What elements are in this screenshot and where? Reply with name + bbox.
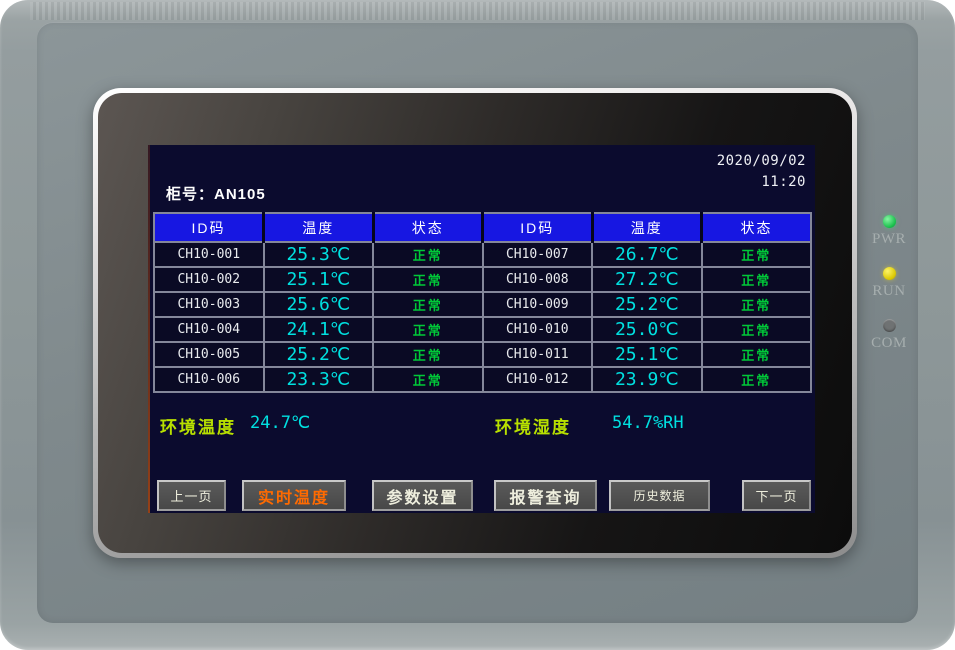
table-row: CH10-002 25.1℃ 正常 CH10-008 27.2℃ 正常 [154, 267, 811, 292]
col-header-id: ID码 [154, 213, 264, 242]
power-indicator-group: PWR [860, 215, 918, 248]
table-row: CH10-001 25.3℃ 正常 CH10-007 26.7℃ 正常 [154, 242, 811, 267]
channel-status: 正常 [702, 367, 812, 392]
channel-status: 正常 [702, 267, 812, 292]
time-text: 11:20 [717, 172, 806, 193]
channel-temp: 23.9℃ [592, 367, 702, 392]
next-page-button[interactable]: 下一页 [742, 480, 811, 511]
com-led-icon [883, 319, 896, 332]
channel-id: CH10-005 [154, 342, 264, 367]
channel-status: 正常 [373, 267, 483, 292]
channel-id: CH10-009 [483, 292, 593, 317]
channel-temp: 25.2℃ [592, 292, 702, 317]
channel-status: 正常 [373, 242, 483, 267]
realtime-temp-button[interactable]: 实时温度 [242, 480, 346, 511]
ambient-humidity-value: 54.7%RH [612, 413, 684, 433]
cabinet-number-label: 柜号：AN105 [166, 183, 266, 204]
channel-temp: 25.2℃ [264, 342, 374, 367]
channel-temp: 27.2℃ [592, 267, 702, 292]
channel-id: CH10-006 [154, 367, 264, 392]
parameter-settings-button[interactable]: 参数设置 [372, 480, 473, 511]
channel-status: 正常 [373, 342, 483, 367]
alarm-query-button[interactable]: 报警查询 [494, 480, 597, 511]
ambient-temp-label: 环境温度 [160, 413, 236, 438]
channel-id: CH10-001 [154, 242, 264, 267]
channel-status: 正常 [702, 242, 812, 267]
col-header-id: ID码 [483, 213, 593, 242]
lcd-screen: 2020/09/02 11:20 柜号：AN105 ID码 温度 状态 ID码 … [148, 145, 815, 513]
table-row: CH10-006 23.3℃ 正常 CH10-012 23.9℃ 正常 [154, 367, 811, 392]
ambient-readings-row: 环境温度 24.7℃ 环境湿度 54.7%RH [148, 413, 815, 441]
channel-status: 正常 [702, 317, 812, 342]
com-led-label: COM [860, 335, 918, 352]
col-header-temp: 温度 [264, 213, 374, 242]
prev-page-button[interactable]: 上一页 [157, 480, 226, 511]
table-row: CH10-004 24.1℃ 正常 CH10-010 25.0℃ 正常 [154, 317, 811, 342]
col-header-status: 状态 [373, 213, 483, 242]
power-led-icon [883, 215, 896, 228]
channel-status: 正常 [373, 292, 483, 317]
date-text: 2020/09/02 [717, 151, 806, 172]
ambient-temp-value: 24.7℃ [250, 413, 310, 433]
channel-status: 正常 [373, 317, 483, 342]
channel-status: 正常 [702, 292, 812, 317]
com-indicator-group: COM [860, 319, 918, 352]
ambient-humidity-label: 环境湿度 [495, 413, 571, 438]
channel-id: CH10-004 [154, 317, 264, 342]
channel-id: CH10-012 [483, 367, 593, 392]
run-led-label: RUN [860, 283, 918, 300]
channel-temp: 25.1℃ [264, 267, 374, 292]
run-indicator-group: RUN [860, 267, 918, 300]
channel-id: CH10-008 [483, 267, 593, 292]
channel-temp: 25.3℃ [264, 242, 374, 267]
channel-status: 正常 [373, 367, 483, 392]
col-header-temp: 温度 [592, 213, 702, 242]
history-data-button[interactable]: 历史数据 [609, 480, 710, 511]
channel-status: 正常 [702, 342, 812, 367]
table-row: CH10-005 25.2℃ 正常 CH10-011 25.1℃ 正常 [154, 342, 811, 367]
channel-id: CH10-003 [154, 292, 264, 317]
table-header-row: ID码 温度 状态 ID码 温度 状态 [154, 213, 811, 242]
table-row: CH10-003 25.6℃ 正常 CH10-009 25.2℃ 正常 [154, 292, 811, 317]
channel-temp: 23.3℃ [264, 367, 374, 392]
screen-bezel: 2020/09/02 11:20 柜号：AN105 ID码 温度 状态 ID码 … [93, 88, 857, 558]
channel-temp: 25.0℃ [592, 317, 702, 342]
col-header-status: 状态 [702, 213, 812, 242]
datetime-display: 2020/09/02 11:20 [717, 151, 806, 193]
channel-temp: 24.1℃ [264, 317, 374, 342]
screen-bezel-inner: 2020/09/02 11:20 柜号：AN105 ID码 温度 状态 ID码 … [98, 93, 852, 553]
power-led-label: PWR [860, 231, 918, 248]
channel-temp: 25.6℃ [264, 292, 374, 317]
front-faceplate: 2020/09/02 11:20 柜号：AN105 ID码 温度 状态 ID码 … [37, 22, 918, 623]
channel-id: CH10-011 [483, 342, 593, 367]
run-led-icon [883, 267, 896, 280]
channel-id: CH10-010 [483, 317, 593, 342]
channel-temp: 25.1℃ [592, 342, 702, 367]
channel-id: CH10-002 [154, 267, 264, 292]
hmi-panel-device: 2020/09/02 11:20 柜号：AN105 ID码 温度 状态 ID码 … [0, 0, 955, 650]
channel-temperature-table: ID码 温度 状态 ID码 温度 状态 CH10-001 25. [153, 212, 812, 393]
channel-temp: 26.7℃ [592, 242, 702, 267]
channel-id: CH10-007 [483, 242, 593, 267]
